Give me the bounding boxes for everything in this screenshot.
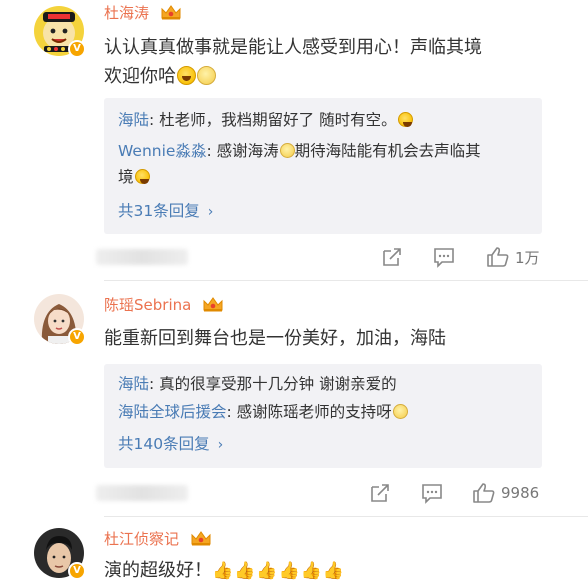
reply-username[interactable]: 海陆 — [118, 375, 149, 393]
share-icon — [371, 484, 389, 502]
username-text[interactable]: 陈瑶Sebrina — [104, 296, 191, 314]
like-button[interactable]: 1万 — [486, 242, 540, 272]
comment-icon — [434, 248, 454, 268]
like-count: 1万 — [515, 248, 540, 267]
more-replies-link[interactable]: 共140条回复 › — [118, 432, 223, 454]
reply-text: : 杜老师，我档期留好了 随时有空。 — [149, 111, 397, 129]
chevron-right-icon: › — [207, 204, 214, 220]
content-text: 欢迎你哈 — [104, 66, 176, 87]
crown-icon — [191, 531, 211, 546]
comment-content: 认认真真做事就是能让人感受到用心！声临其境 欢迎你哈 — [104, 33, 482, 91]
content-text: 演的超级好！ — [104, 560, 212, 581]
grin-emoji — [177, 66, 196, 85]
smile-emoji — [279, 143, 295, 158]
verified-icon: V — [68, 562, 86, 580]
more-replies-text[interactable]: 共140条回复 — [118, 435, 210, 453]
content-line: 能重新回到舞台也是一份美好，加油，海陆 — [104, 328, 446, 349]
share-icon — [383, 248, 401, 266]
smile-emoji — [197, 66, 216, 85]
reply-box: 海陆: 真的很享受那十几分钟 谢谢亲爱的 海陆全球后援会: 感谢陈瑶老师的支持呀… — [104, 364, 542, 468]
grin-emoji — [134, 169, 150, 184]
like-icon — [473, 483, 495, 503]
comment-item: V 杜江侦察记 演的超级好！👍👍👍👍👍👍 — [0, 516, 588, 586]
share-button[interactable] — [381, 242, 403, 272]
reply-text: 境 — [118, 168, 134, 186]
reply-username[interactable]: Wennie淼淼 — [118, 142, 206, 160]
action-bar: 1万 — [0, 242, 588, 272]
username[interactable]: 杜江侦察记 — [104, 528, 212, 549]
more-replies-link[interactable]: 共31条回复 › — [118, 199, 213, 221]
like-button[interactable]: 9986 — [472, 478, 539, 508]
comment-icon — [422, 484, 442, 504]
reply-box: 海陆: 杜老师，我档期留好了 随时有空。 Wennie淼淼: 感谢海涛 期待海陆能… — [104, 98, 542, 234]
comment-item: V 陈瑶Sebrina 能重新回到舞台也是一份美好，加油，海陆 海陆: 真的很享… — [0, 290, 588, 517]
reply-item: Wennie淼淼: 感谢海涛 期待海陆能有机会去声临其 — [118, 139, 481, 163]
reply-username[interactable]: 海陆 — [118, 111, 149, 129]
grin-emoji — [397, 112, 413, 127]
reply-text: : 感谢陈瑶老师的支持呀 — [226, 403, 392, 421]
reply-text: 期待海陆能有机会去声临其 — [294, 142, 481, 160]
like-icon — [487, 247, 509, 267]
comment-button[interactable] — [421, 478, 443, 508]
reply-username[interactable]: 海陆全球后援会 — [118, 403, 227, 421]
verified-icon: V — [68, 328, 86, 346]
reply-item: 境 — [118, 165, 150, 189]
comment-button[interactable] — [433, 242, 455, 272]
share-button[interactable] — [369, 478, 391, 508]
chevron-right-icon: › — [217, 437, 224, 453]
thumbs-up-emoji: 👍👍👍👍👍👍 — [212, 561, 346, 581]
username-text[interactable]: 杜江侦察记 — [104, 530, 179, 548]
reply-text: : 感谢海涛 — [206, 142, 279, 160]
comment-content: 演的超级好！👍👍👍👍👍👍 — [104, 556, 345, 586]
reply-item: 海陆: 杜老师，我档期留好了 随时有空。 — [118, 108, 413, 132]
verified-icon: V — [68, 40, 86, 58]
crown-icon — [203, 297, 223, 312]
username[interactable]: 陈瑶Sebrina — [104, 294, 224, 315]
comment-content: 能重新回到舞台也是一份美好，加油，海陆 — [104, 324, 446, 353]
content-line: 欢迎你哈 — [104, 62, 482, 91]
username[interactable]: 杜海涛 — [104, 2, 182, 23]
username-text[interactable]: 杜海涛 — [104, 4, 149, 22]
divider — [104, 280, 588, 281]
comment-item: V 杜海涛 认认真真做事就是能让人感受到用心！声临其境 欢迎你哈 海陆: 杜老师… — [0, 0, 588, 290]
like-count: 9986 — [501, 484, 540, 502]
action-bar: 9986 — [0, 478, 588, 508]
reply-text: : 真的很享受那十几分钟 谢谢亲爱的 — [149, 375, 397, 393]
smile-emoji — [392, 404, 408, 419]
more-replies-text[interactable]: 共31条回复 — [118, 202, 200, 220]
reply-item: 海陆全球后援会: 感谢陈瑶老师的支持呀 — [118, 400, 408, 424]
content-line: 认认真真做事就是能让人感受到用心！声临其境 — [104, 37, 482, 58]
crown-icon — [161, 5, 181, 20]
reply-item: 海陆: 真的很享受那十几分钟 谢谢亲爱的 — [118, 372, 397, 396]
